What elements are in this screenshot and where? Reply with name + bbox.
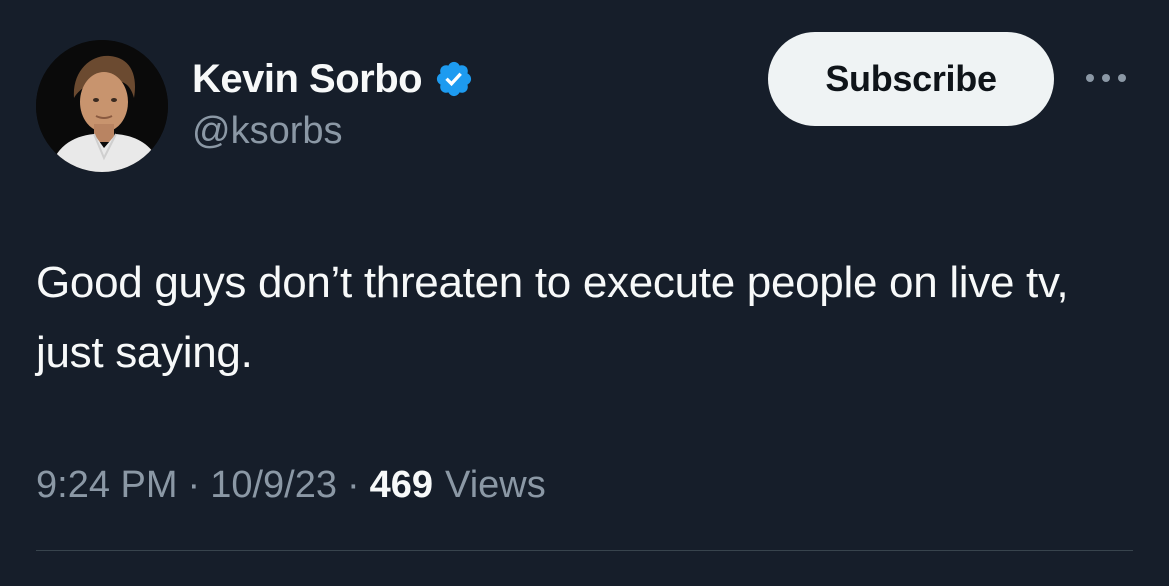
- views-label: Views: [445, 464, 546, 506]
- avatar[interactable]: [36, 40, 168, 172]
- meta-separator: ·: [187, 464, 201, 506]
- tweet-time[interactable]: 9:24 PM: [36, 464, 178, 507]
- meta-separator: ·: [346, 464, 360, 506]
- tweet-card: Kevin Sorbo @ksorbs Subscribe Good guys …: [0, 0, 1169, 586]
- divider: [36, 550, 1133, 551]
- verified-badge-icon[interactable]: [434, 59, 474, 99]
- author-handle[interactable]: @ksorbs: [192, 110, 343, 153]
- author-display-name[interactable]: Kevin Sorbo: [192, 57, 423, 102]
- author-name-row: Kevin Sorbo: [192, 56, 474, 102]
- tweet-meta: 9:24 PM · 10/9/23 · 469 Views: [36, 464, 546, 507]
- tweet-text: Good guys don’t threaten to execute peop…: [36, 258, 1069, 377]
- subscribe-button[interactable]: Subscribe: [768, 32, 1054, 126]
- more-options-icon[interactable]: [1082, 62, 1130, 94]
- avatar-photo: [36, 40, 168, 172]
- views-count[interactable]: 469: [370, 464, 433, 507]
- tweet-date[interactable]: 10/9/23: [210, 464, 337, 507]
